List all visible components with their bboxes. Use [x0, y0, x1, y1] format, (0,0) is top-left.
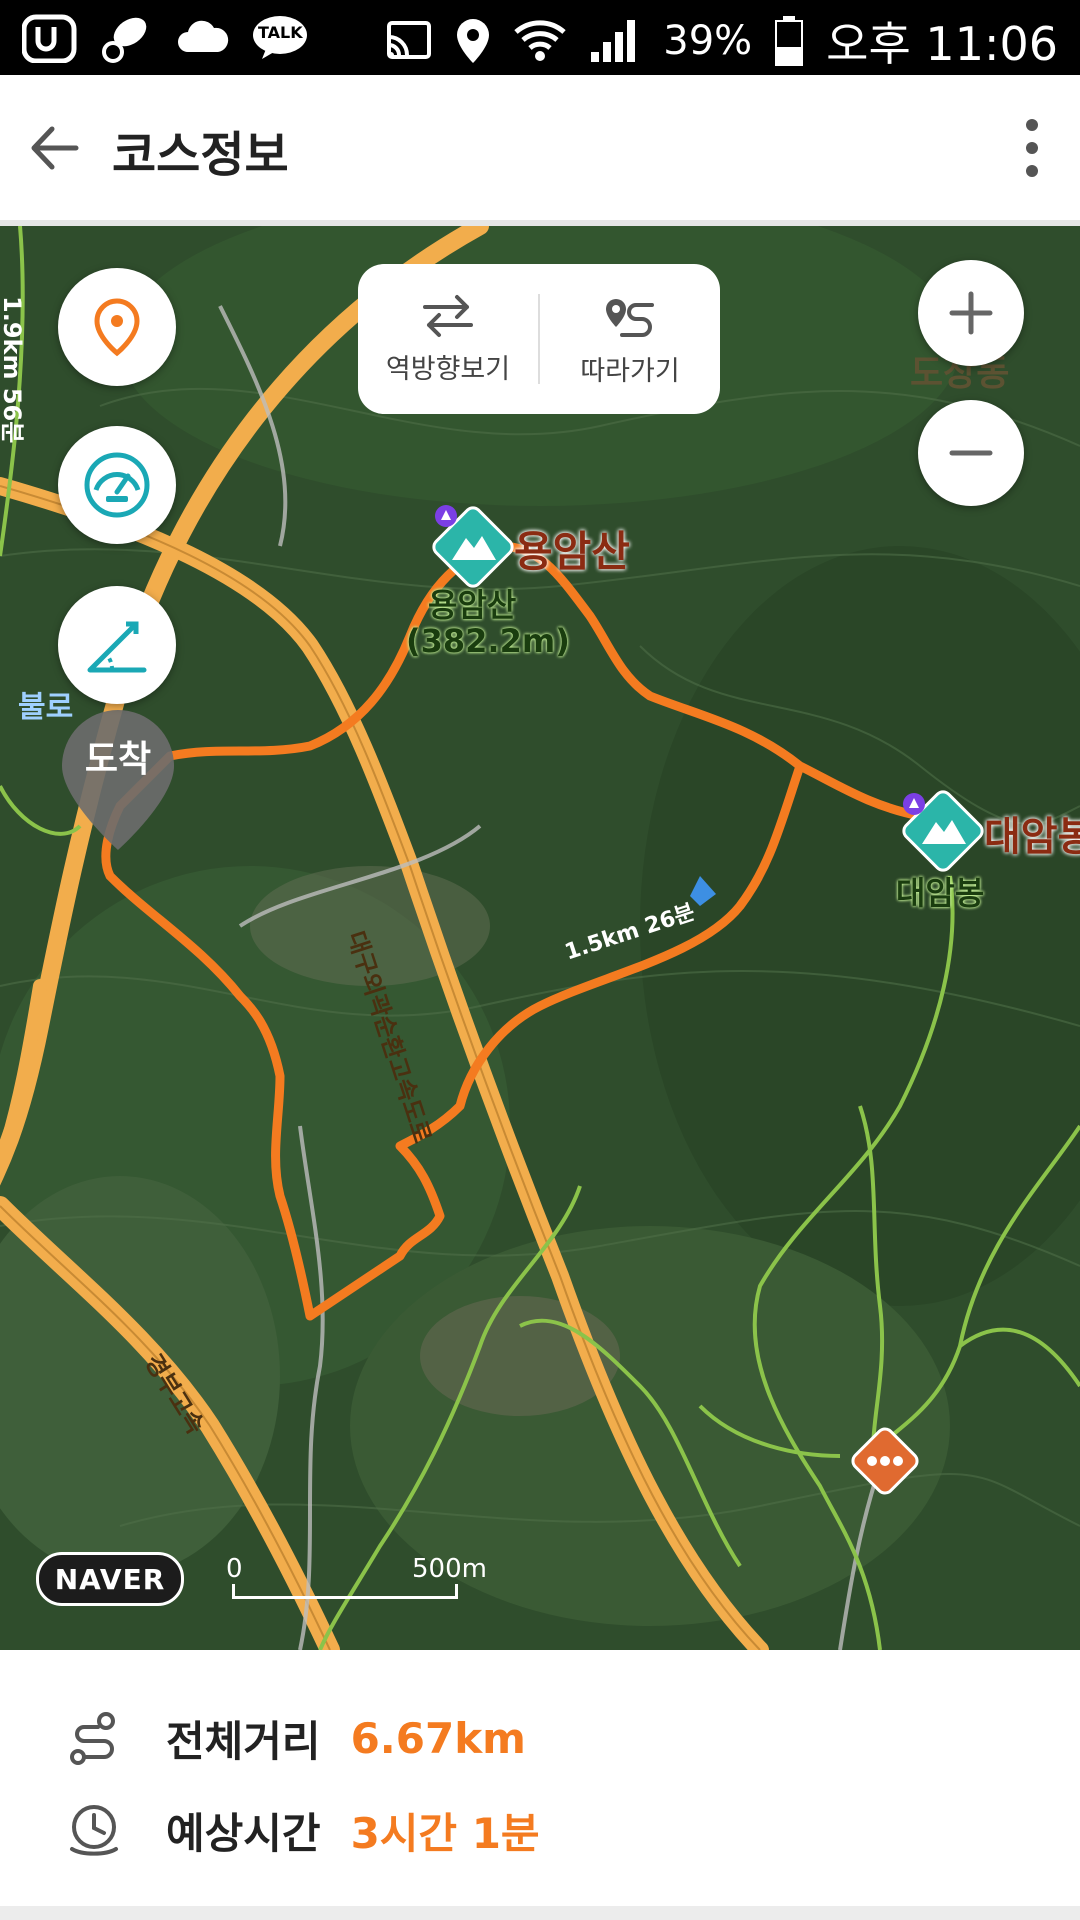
- zoom-out-button[interactable]: [918, 400, 1024, 506]
- distance-label: 전체거리: [166, 1717, 321, 1766]
- talk-label: TALK: [258, 23, 303, 42]
- peak2-sublabel: 대암봉: [896, 874, 985, 912]
- poi-more-marker-icon[interactable]: [846, 1422, 924, 1500]
- app-u-icon: [22, 14, 77, 63]
- route-follow-icon: [606, 298, 654, 337]
- more-options-icon[interactable]: [1014, 115, 1050, 181]
- clock: 오후 11:06: [826, 17, 1058, 71]
- peak1-name: 용암산: [514, 527, 630, 576]
- minus-icon: [949, 450, 993, 456]
- time-row: 예상시간 3시간 1분: [64, 1800, 540, 1861]
- location-pin-icon: [94, 298, 140, 357]
- battery-icon: [775, 16, 804, 66]
- speedometer-icon: [84, 452, 150, 518]
- reverse-direction-button[interactable]: 역방향보기: [358, 264, 538, 414]
- follow-route-button[interactable]: 따라가기: [540, 264, 720, 414]
- cloud-icon: [178, 20, 229, 52]
- kakaotalk-icon: TALK: [252, 15, 308, 61]
- scale-bar: [232, 1584, 458, 1599]
- battery-percent: 39%: [663, 18, 753, 64]
- peak1-height: (382.2m): [406, 622, 570, 660]
- location-icon: [457, 19, 490, 63]
- naver-logo: NAVER: [36, 1552, 184, 1606]
- page-title: 코스정보: [112, 127, 289, 183]
- status-bar: TALK 39% 오후 11:06: [0, 0, 1080, 75]
- scale-end: 500m: [412, 1554, 487, 1584]
- bottom-edge: [0, 1906, 1080, 1920]
- side-label: 1.9km 56분: [0, 296, 26, 444]
- scale-start: 0: [226, 1554, 243, 1584]
- cast-icon: [387, 21, 432, 59]
- signal-icon: [591, 20, 636, 62]
- route-options-panel: 역방향보기 따라가기: [358, 264, 720, 414]
- arrive-marker[interactable]: 도착: [58, 706, 178, 856]
- back-arrow-icon[interactable]: [22, 115, 88, 181]
- arrive-label: 도착: [84, 739, 152, 780]
- reverse-direction-label: 역방향보기: [385, 353, 511, 385]
- speed-gauge-button[interactable]: [58, 426, 176, 544]
- follow-route-label: 따라가기: [580, 355, 680, 387]
- wifi-icon: [514, 20, 566, 61]
- peak1-sublabel: 용암산: [428, 586, 517, 624]
- slope-button[interactable]: [58, 586, 176, 704]
- map-view[interactable]: 1.9km 56분 불로 도장동 대구외곽순환고속도로 경부고속 1.5km 2…: [0, 226, 1080, 1650]
- time-label: 예상시간: [166, 1809, 321, 1858]
- zoom-in-button[interactable]: [918, 260, 1024, 366]
- waypoint-dot-icon: [435, 505, 457, 527]
- shoe-settings-icon: [102, 17, 147, 63]
- route-distance-icon: [70, 1711, 115, 1765]
- swap-arrows-icon: [423, 294, 473, 337]
- course-summary: 전체거리 6.67km 예상시간 3시간 1분: [0, 1650, 1080, 1920]
- waypoint-dot-icon: [903, 793, 925, 815]
- slope-angle-icon: [87, 621, 147, 673]
- app-bar: 코스정보: [0, 75, 1080, 220]
- plus-icon: [949, 291, 993, 335]
- peak2-name: 대암봉: [984, 814, 1080, 860]
- time-value: 3시간 1분: [350, 1809, 540, 1858]
- distance-row: 전체거리 6.67km: [64, 1708, 526, 1769]
- my-location-button[interactable]: [58, 268, 176, 386]
- distance-value: 6.67km: [350, 1714, 526, 1763]
- clock-icon: [70, 1804, 118, 1856]
